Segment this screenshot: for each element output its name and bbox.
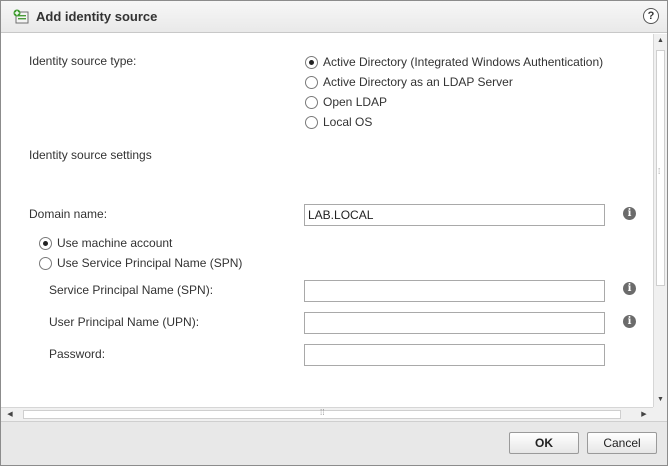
radio-local-os[interactable]: Local OS [305,115,372,129]
domain-name-input[interactable] [304,204,605,226]
grip-icon: ⁞ [658,167,661,176]
identity-source-type-label: Identity source type: [29,54,137,68]
scroll-down-arrow-icon[interactable]: ▼ [654,393,667,407]
domain-name-label: Domain name: [29,207,108,221]
scroll-left-arrow-icon[interactable]: ◀ [3,408,17,421]
vertical-scrollbar[interactable]: ▲ ⁞ ▼ [653,34,667,407]
radio-use-spn[interactable]: Use Service Principal Name (SPN) [39,256,242,270]
scrollbar-corner [653,407,667,421]
upn-input[interactable] [304,312,605,334]
radio-label: Use Service Principal Name (SPN) [57,256,243,270]
horizontal-scroll-thumb[interactable]: ⁞⁞ [23,408,621,419]
upn-info-icon[interactable]: i [623,315,636,328]
radio-label: Use machine account [57,236,173,250]
radio-label: Active Directory (Integrated Windows Aut… [323,55,604,69]
radio-open-ldap[interactable]: Open LDAP [305,95,387,109]
radio-active-directory-ldap[interactable]: Active Directory as an LDAP Server [305,75,513,89]
spn-info-icon[interactable]: i [623,282,636,295]
radio-label: Local OS [323,115,373,129]
identity-source-settings-heading: Identity source settings [29,148,152,162]
cancel-button[interactable]: Cancel [587,432,657,454]
spn-label: Service Principal Name (SPN): [49,283,214,297]
dialog-content: Identity source type: Active Directory (… [1,34,653,407]
radio-button[interactable] [39,236,52,250]
radio-button[interactable] [305,75,318,89]
radio-use-machine-account[interactable]: Use machine account [39,236,172,250]
grip-icon: ⁞⁞ [320,408,325,417]
upn-label: User Principal Name (UPN): [49,315,200,329]
domain-info-icon[interactable]: i [623,207,636,220]
dialog-title: Add identity source [36,9,158,24]
help-icon[interactable]: ? [643,8,659,24]
add-identity-source-icon [13,9,29,25]
radio-button[interactable] [39,256,52,270]
radio-button[interactable] [305,55,318,69]
vertical-scroll-thumb[interactable]: ⁞ [656,50,665,286]
radio-button[interactable] [305,115,318,129]
radio-label: Open LDAP [323,95,388,109]
radio-active-directory-iwa[interactable]: Active Directory (Integrated Windows Aut… [305,55,603,69]
radio-button[interactable] [305,95,318,109]
scroll-right-arrow-icon[interactable]: ▶ [637,408,651,421]
password-input[interactable] [304,344,605,366]
horizontal-scrollbar[interactable]: ◀ ⁞⁞ ▶ [1,407,653,421]
ok-button[interactable]: OK [509,432,579,454]
scroll-up-arrow-icon[interactable]: ▲ [654,34,667,48]
password-label: Password: [49,347,106,361]
dialog-footer: OK Cancel [1,421,667,465]
add-identity-source-dialog: Add identity source ? Identity source ty… [0,0,668,466]
dialog-titlebar: Add identity source ? [1,1,667,33]
radio-label: Active Directory as an LDAP Server [323,75,513,89]
spn-input[interactable] [304,280,605,302]
